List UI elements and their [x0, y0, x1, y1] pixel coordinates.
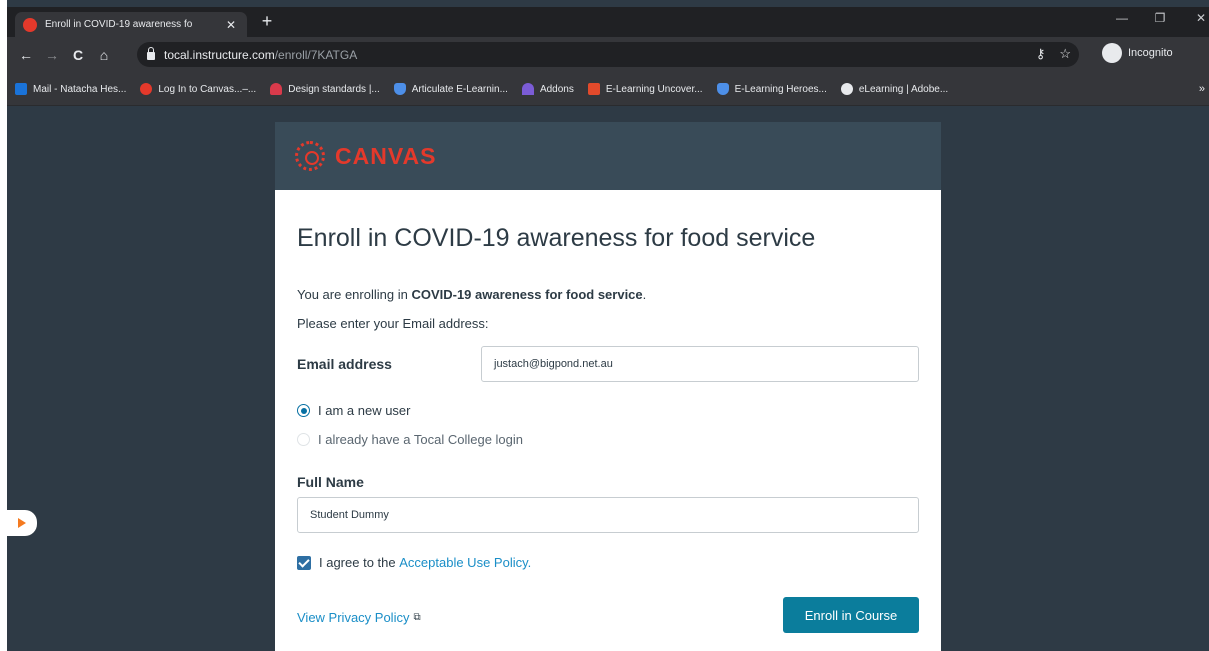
privacy-policy-label: View Privacy Policy — [297, 610, 410, 625]
bookmark-label: eLearning | Adobe... — [858, 83, 949, 95]
addons-icon — [521, 83, 534, 95]
bookmark-item[interactable]: Articulate E-Learnin... — [393, 83, 508, 95]
play-arrow-icon — [18, 518, 26, 528]
bookmark-label: Design standards |... — [288, 83, 380, 95]
bookmark-label: Addons — [539, 83, 574, 95]
forward-arrow-icon[interactable]: → — [39, 47, 65, 63]
fullname-field[interactable]: Student Dummy — [297, 497, 919, 533]
brand-wordmark: CANVAS — [335, 142, 437, 169]
outlook-icon — [15, 83, 27, 95]
incognito-indicator[interactable]: Incognito — [1102, 43, 1173, 63]
bookmarks-bar: Mail - Natacha Hes... Log In to Canvas..… — [7, 73, 1209, 106]
more-bookmarks-icon[interactable]: » — [1199, 83, 1205, 95]
privacy-policy-link[interactable]: View Privacy Policy ⧉ — [297, 610, 421, 625]
menu-dots-icon[interactable]: ⋮ — [1203, 45, 1209, 62]
radio-new-user[interactable]: I am a new user — [297, 403, 411, 418]
agree-text: I agree to the — [319, 555, 396, 570]
new-tab-button[interactable]: + — [257, 11, 277, 32]
side-panel-toggle[interactable] — [7, 510, 37, 536]
minimize-icon[interactable]: — — [1112, 11, 1132, 25]
url-host: tocal.instructure.com — [164, 47, 275, 62]
bookmark-label: Articulate E-Learnin... — [411, 83, 508, 95]
bookmark-item[interactable]: Design standards |... — [270, 83, 380, 95]
close-window-icon[interactable]: ✕ — [1191, 11, 1209, 25]
enroll-button[interactable]: Enroll in Course — [783, 597, 919, 633]
back-arrow-icon[interactable]: ← — [13, 47, 39, 63]
key-icon[interactable]: ⚷ — [1036, 46, 1046, 62]
fullname-label: Full Name — [297, 474, 364, 490]
shield-icon — [393, 83, 406, 95]
checkbox-checked-icon[interactable] — [297, 555, 311, 570]
tab-strip: Enroll in COVID-19 awareness fo ✕ + — ❐ … — [7, 7, 1209, 37]
globe-icon — [840, 83, 853, 95]
window-frame-edge — [0, 0, 7, 651]
browser-tab[interactable]: Enroll in COVID-19 awareness fo ✕ — [15, 12, 247, 37]
bookmark-icon — [587, 83, 600, 95]
url-path: /enroll/7KATGA — [274, 47, 358, 62]
shield-icon — [716, 83, 729, 95]
lock-icon[interactable] — [147, 46, 155, 60]
bookmark-item[interactable]: Addons — [521, 83, 574, 95]
intro-course-name: COVID-19 awareness for food service — [411, 287, 643, 302]
canvas-favicon-icon — [23, 17, 37, 32]
bookmark-label: E-Learning Heroes... — [734, 83, 827, 95]
bookmark-label: Mail - Natacha Hes... — [33, 83, 127, 95]
email-prompt: Please enter your Email address: — [297, 316, 489, 331]
page-content: CANVAS Enroll in COVID-19 awareness for … — [7, 106, 1209, 651]
bookmark-label: E-Learning Uncover... — [605, 83, 703, 95]
radio-new-user-label: I am a new user — [318, 403, 411, 418]
bookmark-label: Log In to Canvas...–... — [158, 83, 257, 95]
incognito-label: Incognito — [1128, 47, 1173, 59]
email-label: Email address — [297, 356, 392, 372]
radio-existing-user[interactable]: I already have a Tocal College login — [297, 432, 523, 447]
reload-icon[interactable]: C — [65, 47, 91, 63]
canvas-header: CANVAS — [275, 122, 941, 190]
restore-icon[interactable]: ❐ — [1150, 11, 1170, 25]
intro-prefix: You are enrolling in — [297, 287, 412, 302]
browser-toolbar: ← → C ⌂ tocal.instructure.com/enroll/7KA… — [7, 37, 1209, 73]
radio-existing-user-label: I already have a Tocal College login — [318, 432, 524, 447]
address-bar[interactable]: tocal.instructure.com/enroll/7KATGA ⚷ ☆ — [137, 42, 1079, 67]
radio-selected-icon[interactable] — [297, 404, 310, 417]
bookmark-item[interactable]: E-Learning Uncover... — [587, 83, 703, 95]
external-link-icon: ⧉ — [413, 612, 421, 623]
canvas-logo-icon — [295, 141, 325, 171]
tab-close-icon[interactable]: ✕ — [223, 18, 239, 32]
canvas-icon — [140, 83, 153, 95]
intro-suffix: . — [642, 287, 647, 302]
radio-unselected-icon[interactable] — [297, 433, 310, 446]
incognito-icon — [1102, 43, 1122, 63]
home-icon[interactable]: ⌂ — [91, 47, 117, 63]
email-field[interactable]: justach@bigpond.net.au — [481, 346, 919, 382]
acceptable-use-policy-link[interactable]: Acceptable Use Policy. — [399, 555, 531, 570]
agree-checkbox-row[interactable]: I agree to the Acceptable Use Policy. — [297, 555, 531, 570]
tab-title: Enroll in COVID-19 awareness fo — [45, 19, 193, 30]
page-title: Enroll in COVID-19 awareness for food se… — [297, 224, 816, 252]
star-icon[interactable]: ☆ — [1059, 46, 1071, 62]
enroll-intro: You are enrolling in COVID-19 awareness … — [297, 287, 646, 302]
bookmark-item[interactable]: Mail - Natacha Hes... — [15, 83, 126, 95]
bookmark-item[interactable]: E-Learning Heroes... — [716, 83, 827, 95]
enroll-card: Enroll in COVID-19 awareness for food se… — [275, 190, 941, 651]
design-icon — [270, 83, 283, 95]
bookmark-item[interactable]: eLearning | Adobe... — [840, 83, 949, 95]
bookmark-item[interactable]: Log In to Canvas...–... — [140, 83, 256, 95]
